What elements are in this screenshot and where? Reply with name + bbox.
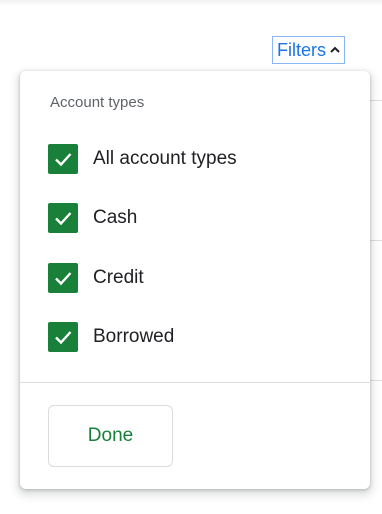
option-borrowed[interactable]: Borrowed (48, 321, 174, 353)
chevron-up-icon (330, 45, 340, 55)
background-row-divider (368, 380, 382, 381)
checkmark-icon (55, 153, 72, 167)
filters-toggle-label: Filters (277, 39, 326, 60)
checkbox-borrowed[interactable] (48, 322, 78, 352)
top-shade (0, 0, 382, 6)
section-label-account-types: Account types (50, 94, 145, 111)
option-label: Cash (93, 207, 138, 228)
option-all-account-types[interactable]: All account types (48, 143, 237, 175)
background-row-divider (368, 100, 382, 101)
option-label: Credit (93, 267, 144, 288)
option-label: Borrowed (93, 326, 175, 347)
account-type-filter-panel: Account types All account types Cash Cre… (20, 71, 370, 489)
filters-toggle-button[interactable]: Filters (272, 36, 345, 64)
background-row-divider (368, 240, 382, 241)
option-label: All account types (93, 148, 237, 169)
option-credit[interactable]: Credit (48, 262, 144, 294)
option-cash[interactable]: Cash (48, 202, 137, 234)
checkbox-cash[interactable] (48, 203, 78, 233)
checkmark-icon (55, 331, 72, 345)
checkmark-icon (55, 212, 72, 226)
checkbox-credit[interactable] (48, 263, 78, 293)
done-button[interactable]: Done (48, 405, 173, 467)
checkmark-icon (55, 272, 72, 286)
panel-divider (20, 382, 370, 383)
checkbox-all-account-types[interactable] (48, 144, 78, 174)
